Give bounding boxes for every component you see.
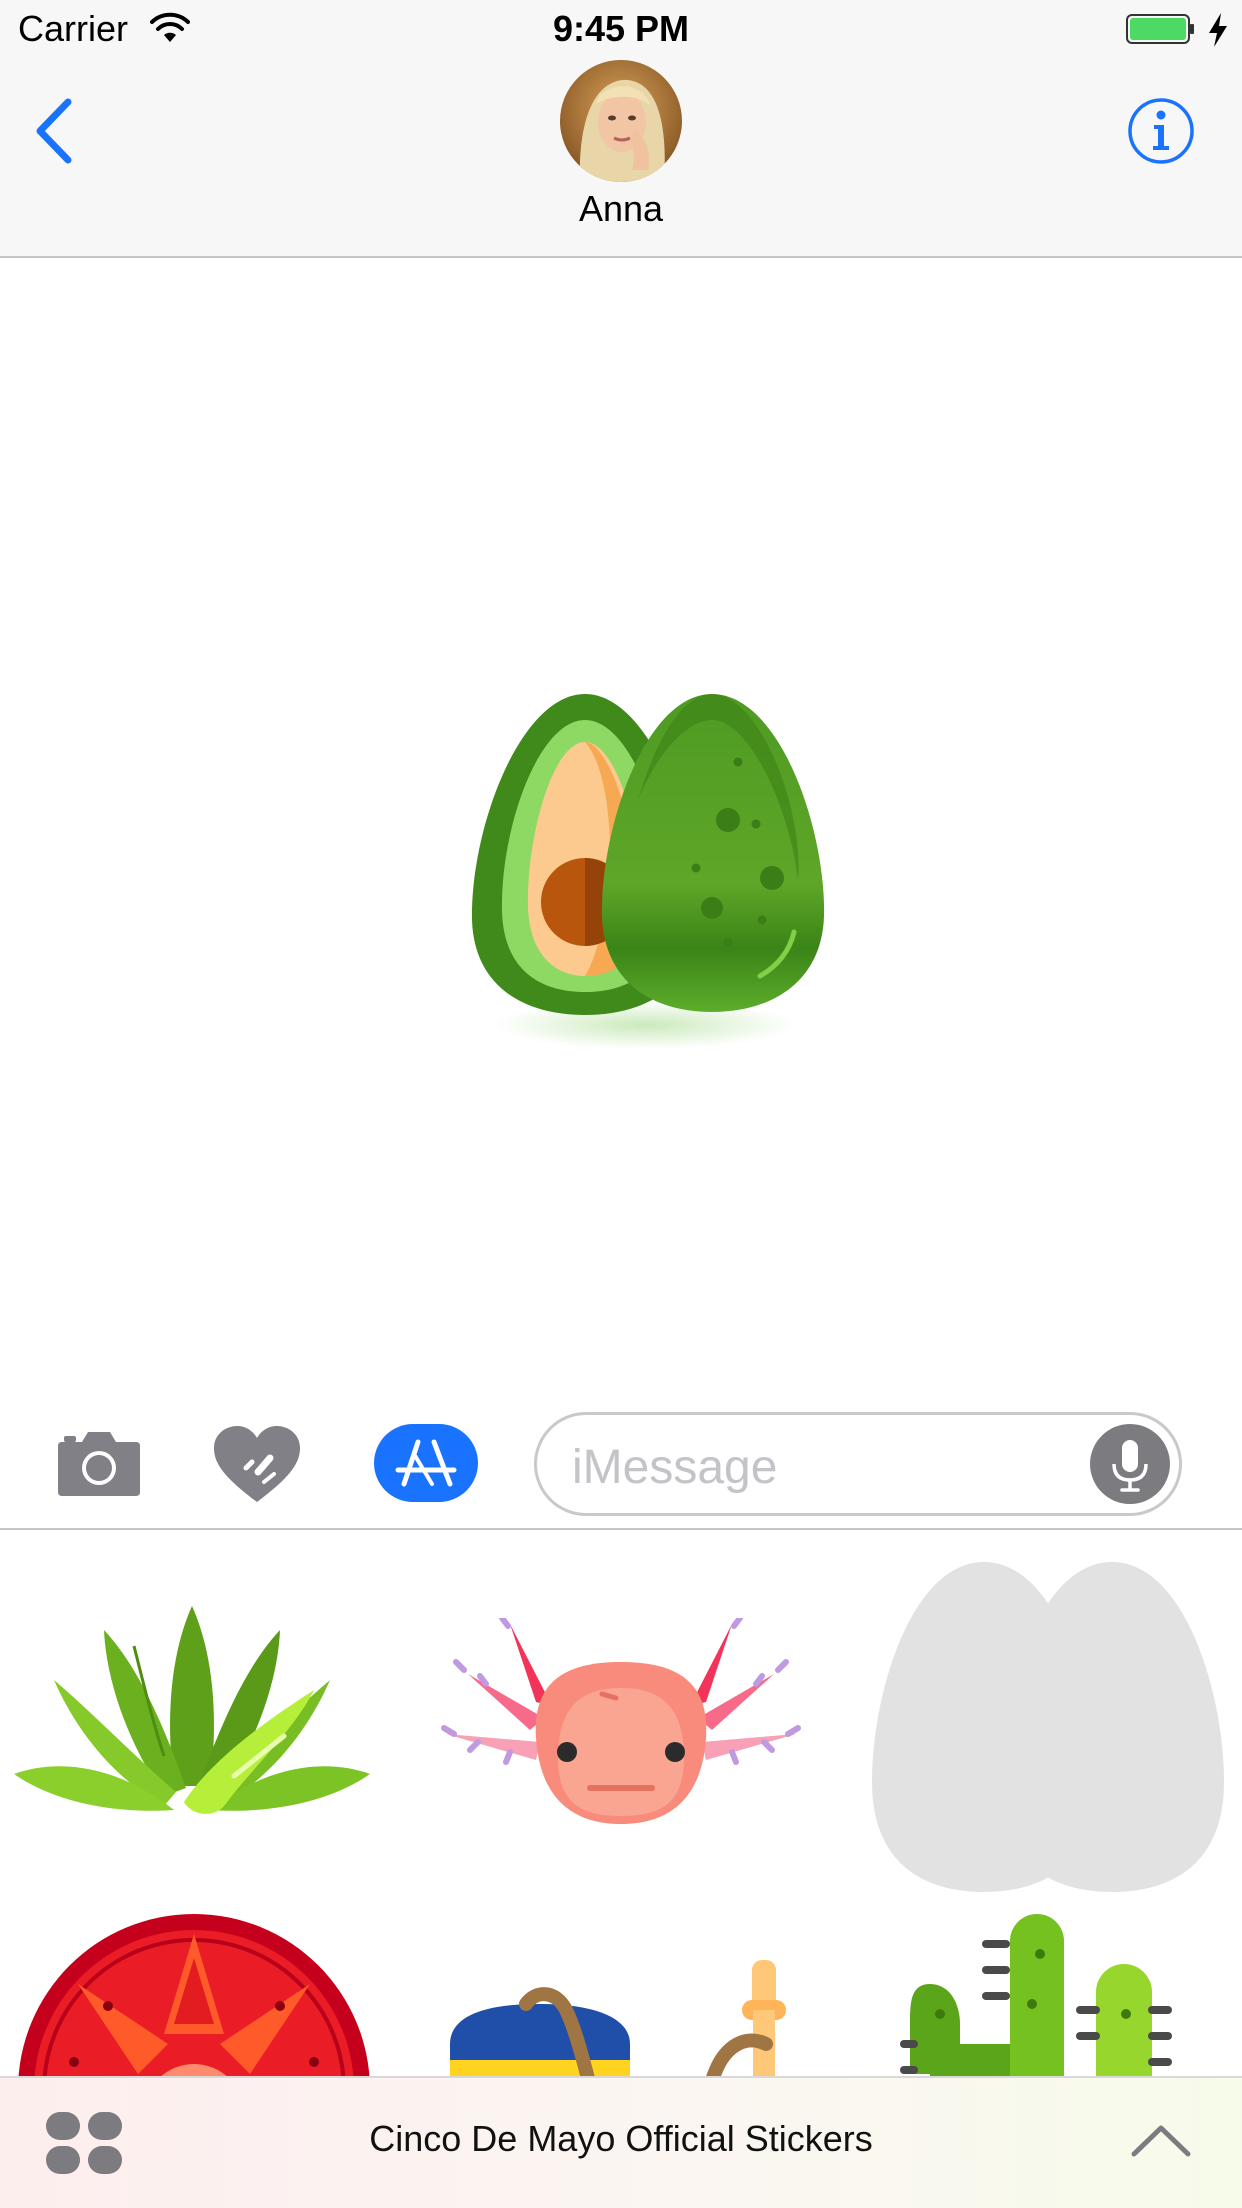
app-store-button[interactable] (374, 1424, 478, 1502)
cactus-sticker[interactable] (900, 1914, 1200, 2078)
battery-charging-icon (1126, 14, 1194, 44)
contact-name[interactable]: Anna (0, 188, 1242, 230)
axolotl-sticker[interactable] (440, 1618, 802, 1826)
clock: 9:45 PM (552, 8, 690, 49)
loading-placeholder-sticker[interactable] (872, 1562, 1224, 1892)
camera-icon[interactable] (56, 1428, 142, 1498)
microphone-button[interactable] (1090, 1424, 1170, 1504)
sun-calendar-sticker[interactable] (18, 1914, 370, 2078)
imessage-placeholder: iMessage (572, 1441, 778, 1494)
sticker-tray (0, 1530, 1242, 2078)
digital-touch-icon[interactable] (212, 1424, 302, 1504)
charging-bolt-icon (1209, 13, 1227, 47)
chevron-left-icon[interactable] (30, 96, 80, 166)
agave-sticker[interactable] (14, 1606, 370, 1820)
microphone-icon (1112, 1440, 1148, 1492)
avocado-sticker[interactable] (460, 680, 840, 1060)
info-icon[interactable] (1126, 96, 1196, 166)
sticker-pack-title[interactable]: Cinco De Mayo Official Stickers (0, 2118, 1242, 2160)
app-store-icon (395, 1439, 457, 1487)
contact-avatar[interactable] (560, 60, 682, 182)
sombrero-guitar-sticker[interactable] (446, 1960, 806, 2078)
chevron-up-icon[interactable] (1130, 2120, 1192, 2160)
